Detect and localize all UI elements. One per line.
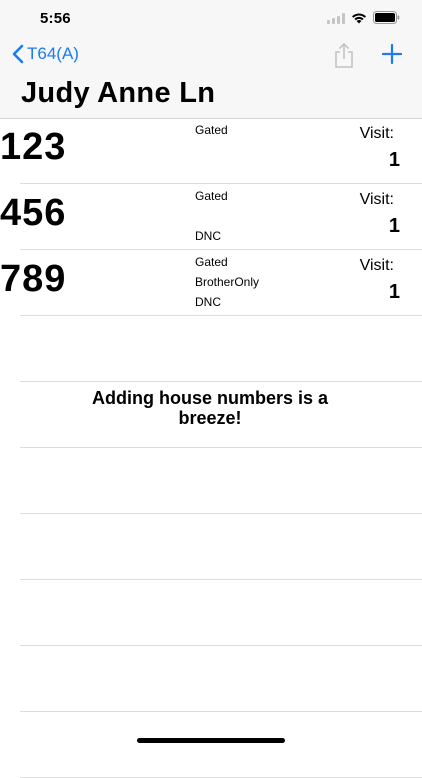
status-time: 5:56 bbox=[40, 10, 71, 27]
empty-row bbox=[20, 580, 422, 646]
house-number: 123 bbox=[0, 126, 67, 168]
promo-line-1: Adding house numbers is a bbox=[91, 388, 329, 408]
empty-row bbox=[20, 514, 422, 580]
wifi-icon bbox=[351, 11, 367, 29]
visit-label: Visit: bbox=[359, 257, 394, 274]
promo-line-2: breeze! bbox=[178, 408, 242, 428]
back-button[interactable]: T64(A) bbox=[12, 44, 79, 64]
share-icon bbox=[335, 42, 353, 68]
tag-label: DNC bbox=[195, 229, 221, 243]
house-number: 456 bbox=[0, 192, 67, 234]
back-button-label: T64(A) bbox=[27, 44, 79, 63]
house-list: 123 Gated Visit: 1 456 Gated DNC Visit: … bbox=[0, 118, 422, 778]
empty-row bbox=[20, 316, 422, 382]
tag-label: Gated bbox=[195, 255, 228, 269]
empty-row bbox=[20, 712, 422, 778]
add-house-button[interactable] bbox=[381, 43, 403, 69]
status-icons bbox=[327, 11, 400, 29]
visit-count: 1 bbox=[388, 149, 400, 171]
share-button[interactable] bbox=[333, 42, 355, 74]
tag-label: Gated bbox=[195, 189, 228, 203]
tag-label: Gated bbox=[195, 123, 228, 137]
tag-label: DNC bbox=[195, 295, 221, 309]
home-indicator[interactable] bbox=[137, 738, 285, 743]
tag-label: BrotherOnly bbox=[195, 275, 260, 289]
house-number: 789 bbox=[0, 258, 67, 300]
house-row[interactable]: 123 Gated Visit: 1 bbox=[0, 118, 422, 184]
cellular-signal-icon bbox=[327, 11, 345, 29]
page-title: Judy Anne Ln bbox=[21, 77, 216, 109]
empty-row bbox=[20, 448, 422, 514]
house-row[interactable]: 456 Gated DNC Visit: 1 bbox=[0, 184, 422, 250]
promo-caption: Adding house numbers is a breeze! bbox=[40, 388, 380, 428]
plus-icon bbox=[381, 43, 403, 65]
empty-row bbox=[20, 646, 422, 712]
navigation-header: 5:56 T64(A) Judy Anne Ln bbox=[0, 0, 422, 119]
chevron-left-icon bbox=[12, 44, 24, 64]
visit-label: Visit: bbox=[359, 125, 394, 142]
house-row[interactable]: 789 Gated BrotherOnly DNC Visit: 1 bbox=[0, 250, 422, 316]
visit-count: 1 bbox=[388, 215, 400, 237]
visit-label: Visit: bbox=[359, 191, 394, 208]
visit-count: 1 bbox=[388, 281, 400, 303]
battery-icon bbox=[373, 11, 400, 29]
